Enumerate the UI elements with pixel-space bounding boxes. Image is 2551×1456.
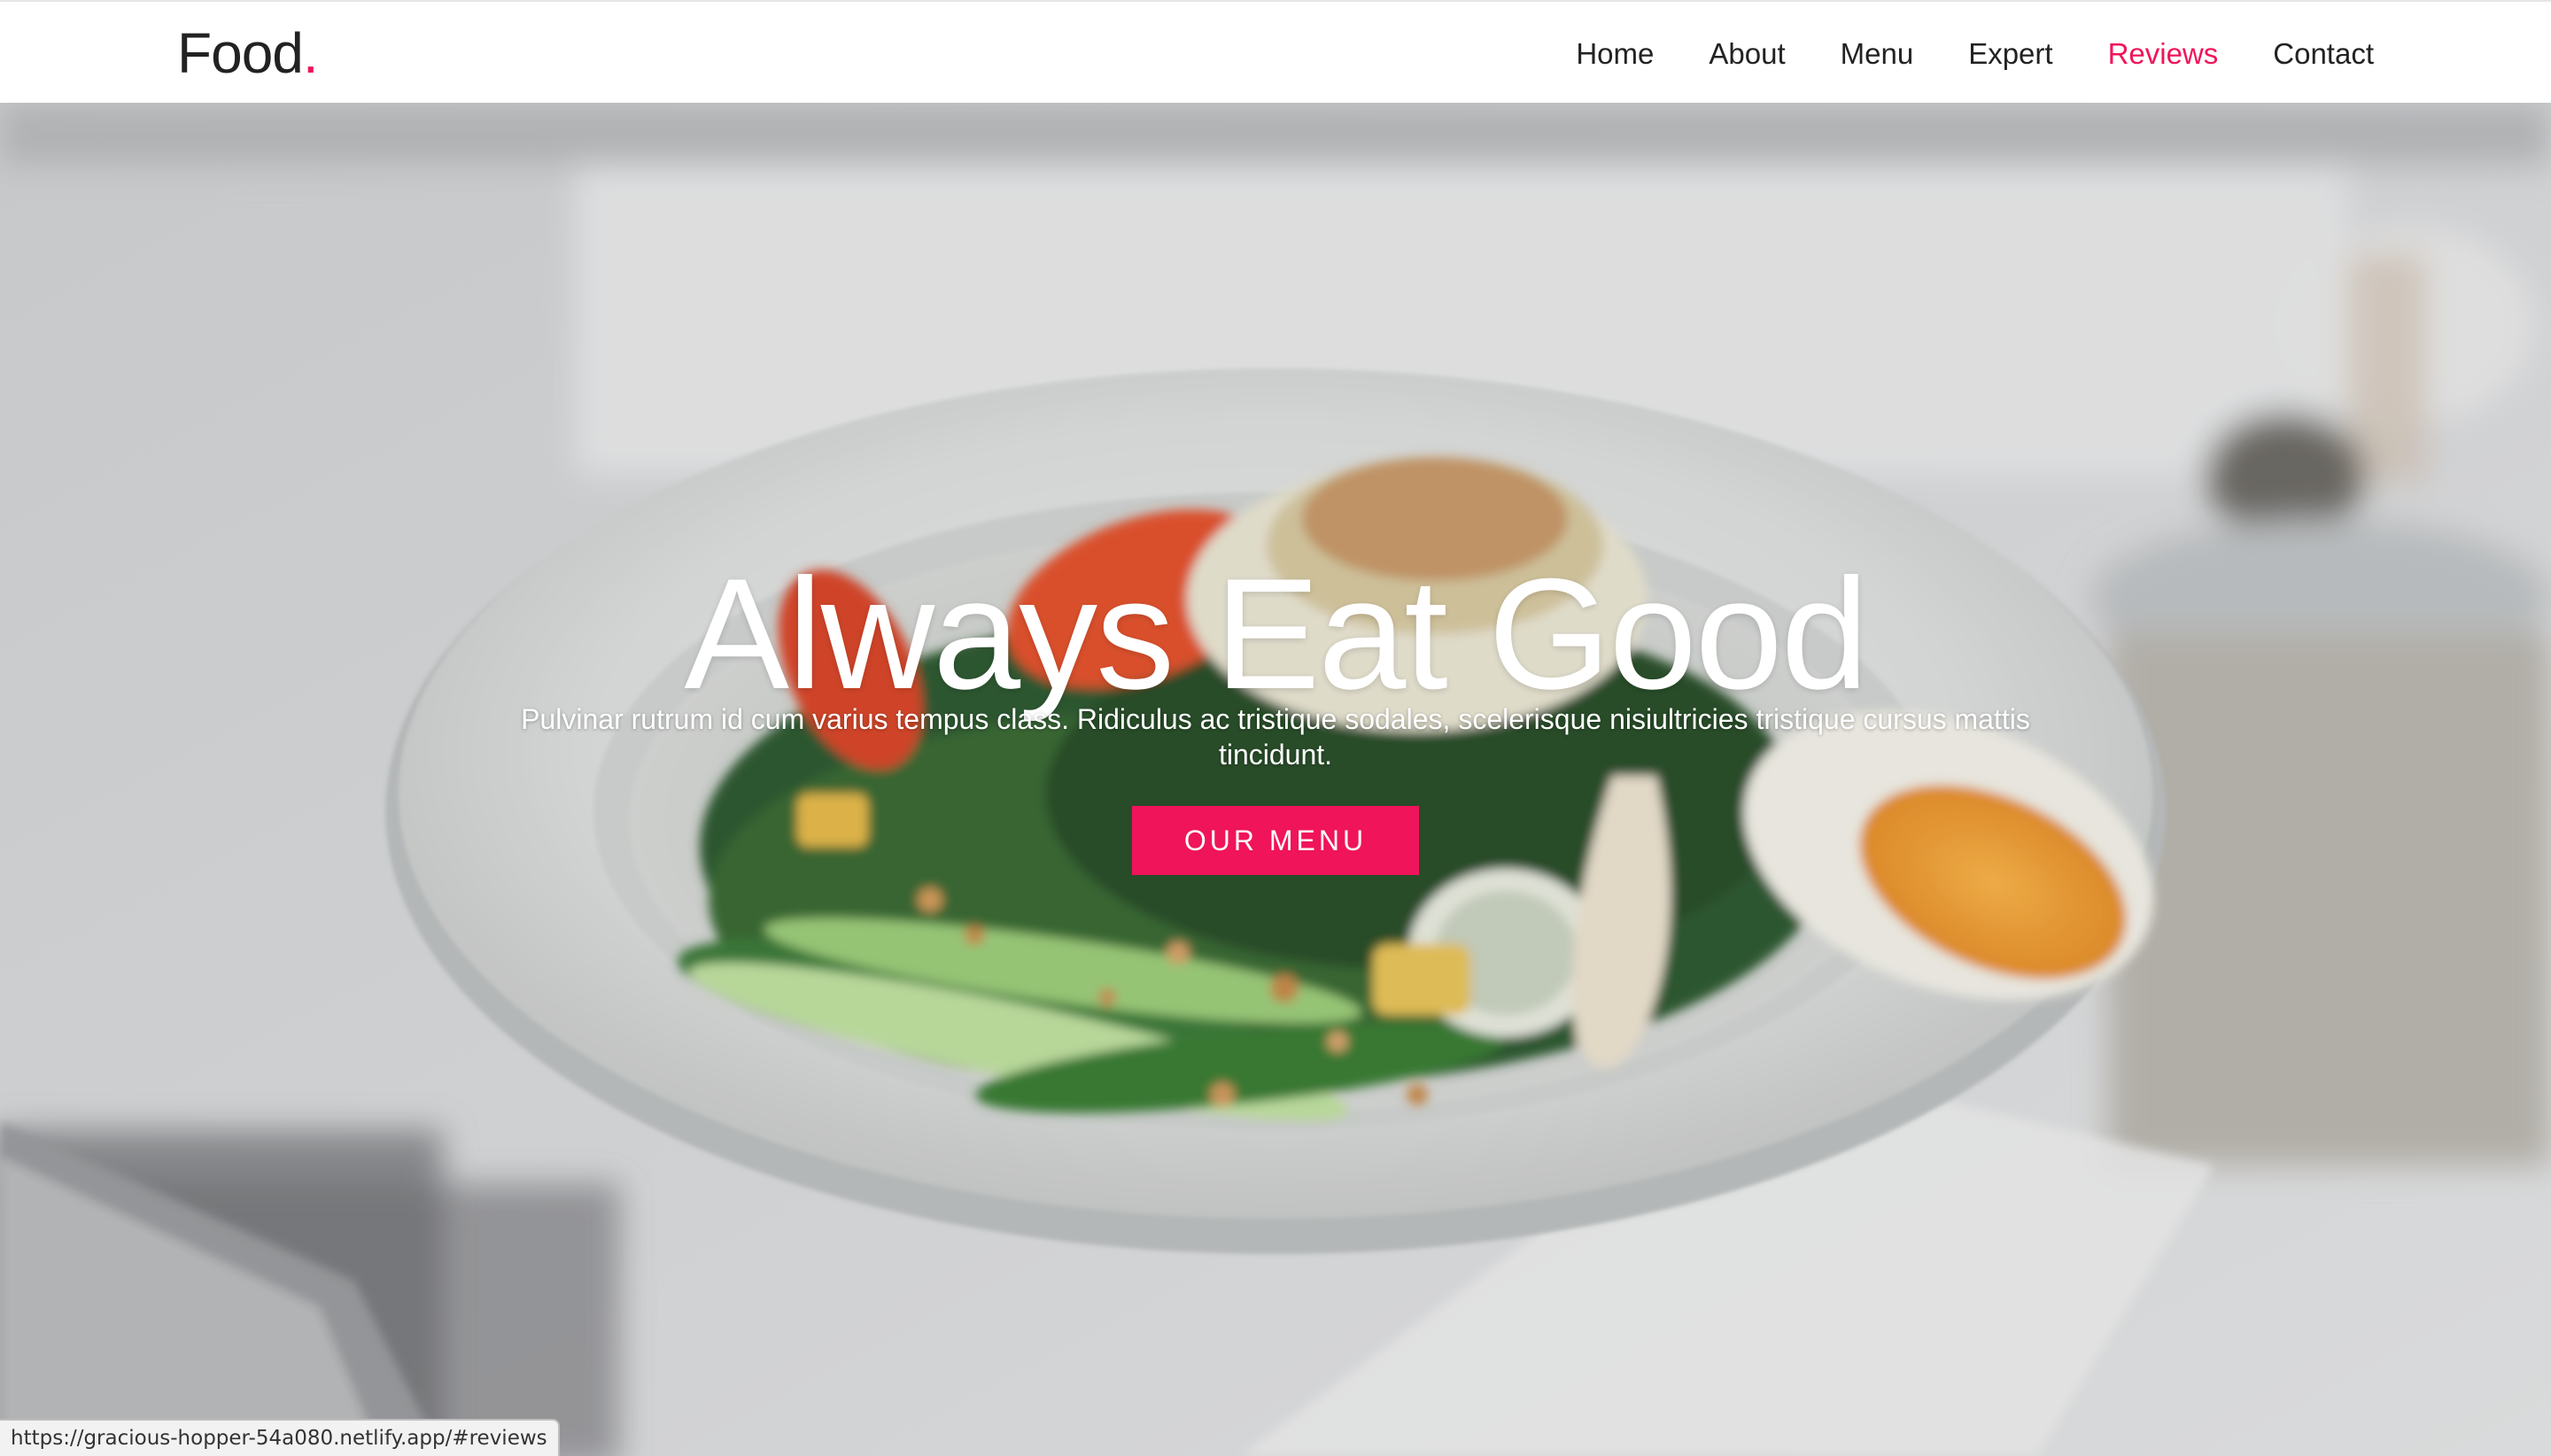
hero-subtitle: Pulvinar rutrum id cum varius tempus cla… (521, 703, 2030, 771)
nav-item-contact[interactable]: Contact (2273, 39, 2374, 68)
status-url-preview: https://gracious-hopper-54a080.netlify.a… (0, 1419, 560, 1456)
brand-name: Food (177, 21, 304, 85)
hero-section: Always Eat Good Pulvinar rutrum id cum v… (0, 103, 2551, 1456)
brand-logo[interactable]: Food. (177, 21, 319, 85)
brand-dot: . (302, 21, 319, 85)
hero-content: Always Eat Good Pulvinar rutrum id cum v… (0, 103, 2551, 1456)
nav-item-expert[interactable]: Expert (1968, 39, 2052, 68)
hero-title: Always Eat Good (684, 546, 1868, 722)
navbar: Food. Home About Menu Expert Reviews Con… (0, 0, 2551, 103)
nav-item-menu[interactable]: Menu (1841, 39, 1914, 68)
nav-item-about[interactable]: About (1709, 39, 1785, 68)
nav-menu: Home About Menu Expert Reviews Contact (1576, 2, 2374, 105)
nav-item-reviews[interactable]: Reviews (2108, 39, 2219, 68)
our-menu-button[interactable]: OUR MENU (1132, 806, 1419, 875)
nav-item-home[interactable]: Home (1576, 39, 1654, 68)
